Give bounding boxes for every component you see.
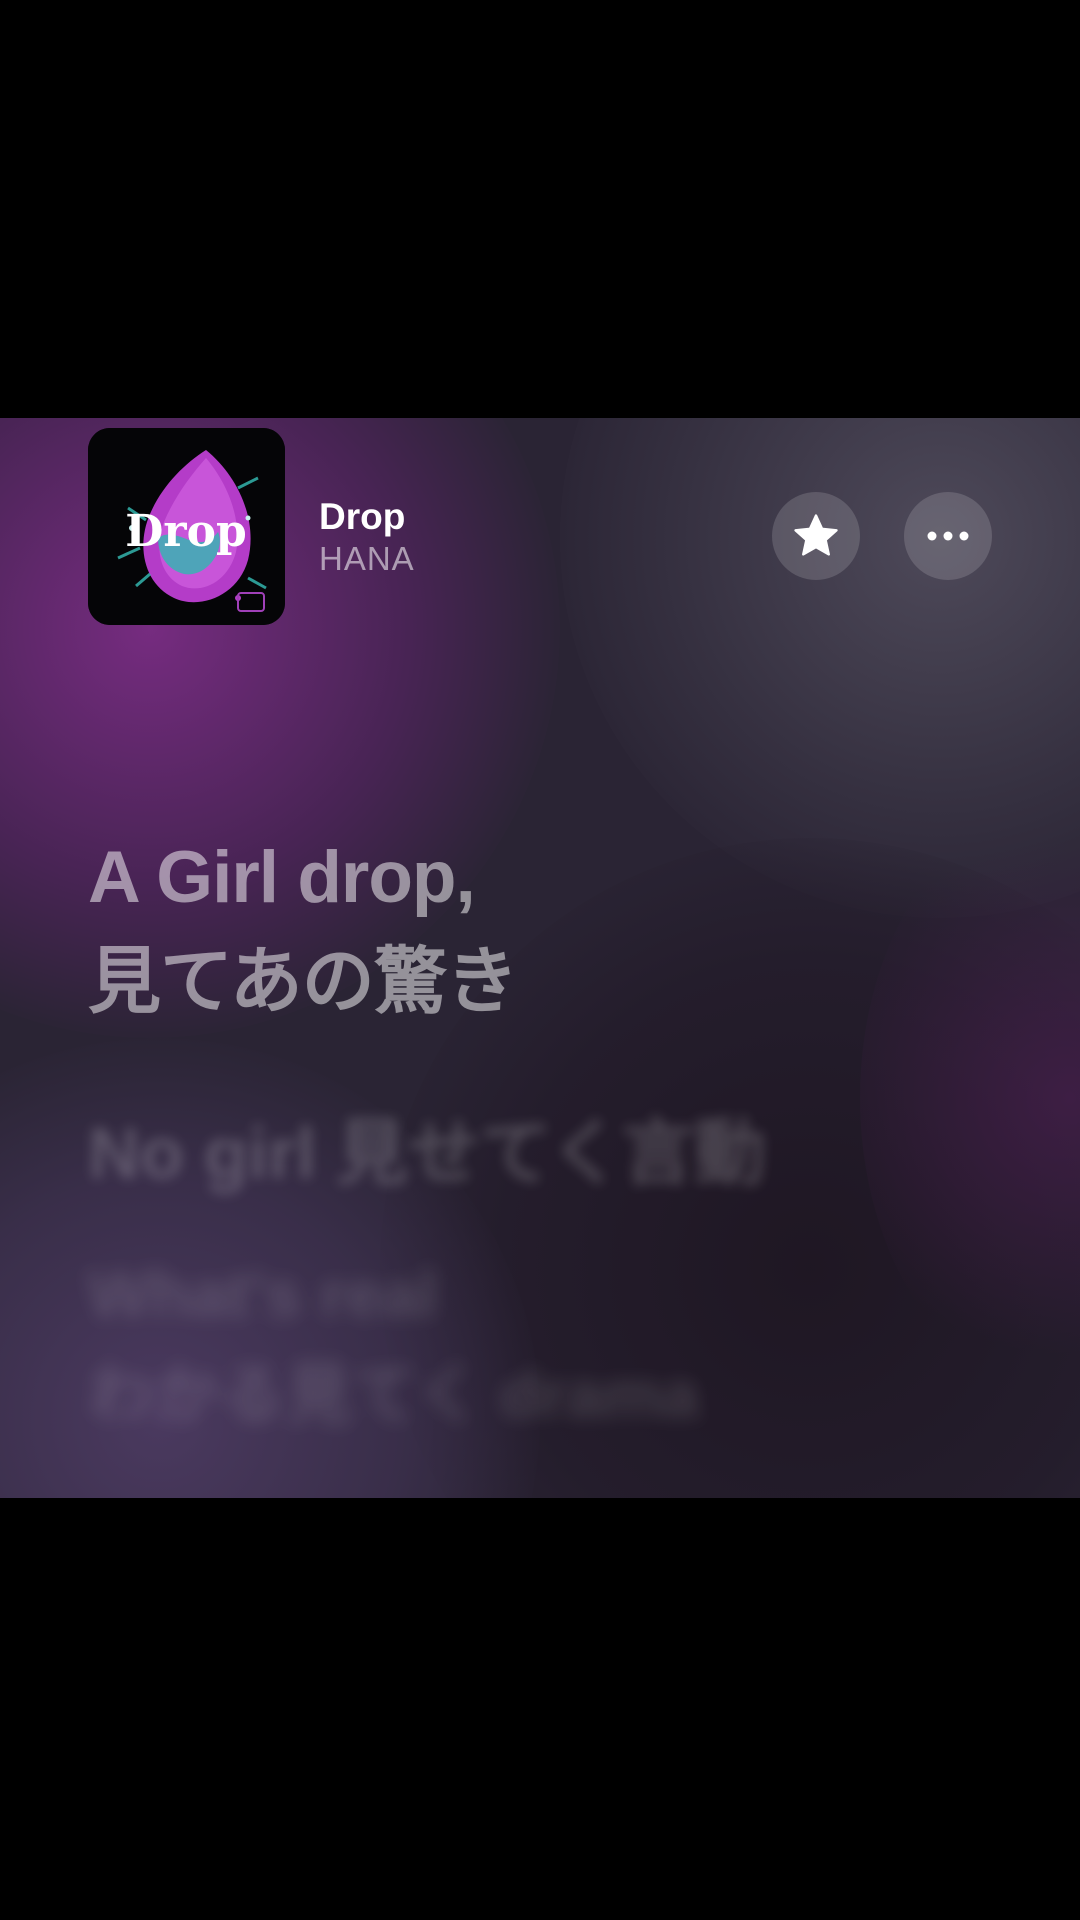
album-artwork-image: Drop <box>88 428 285 625</box>
lyric-line-next[interactable]: No girl 見せてく言動 <box>88 1104 988 1204</box>
lyric-line-upcoming[interactable]: What's real <box>88 1244 988 1344</box>
favorite-button[interactable] <box>772 492 860 580</box>
screen: Drop Drop HANA A Girl drop, 見てあの驚き No gi… <box>0 0 1080 1920</box>
album-artwork[interactable]: Drop <box>88 428 285 625</box>
lyric-line-current[interactable]: 見てあの驚き <box>88 930 988 1034</box>
artwork-title-text: Drop <box>125 506 246 557</box>
track-title[interactable]: Drop <box>319 496 405 538</box>
lyric-line-current[interactable]: A Girl drop, <box>88 826 988 930</box>
more-options-button[interactable] <box>904 492 992 580</box>
track-header: Drop Drop HANA <box>0 418 1080 638</box>
track-artist[interactable]: HANA <box>319 540 415 578</box>
star-icon <box>794 514 838 556</box>
lyric-line-upcoming[interactable]: わかる見てく drama <box>88 1344 988 1444</box>
ellipsis-icon <box>927 531 969 541</box>
now-playing-lyrics-view: Drop Drop HANA A Girl drop, 見てあの驚き No gi… <box>0 418 1080 1498</box>
